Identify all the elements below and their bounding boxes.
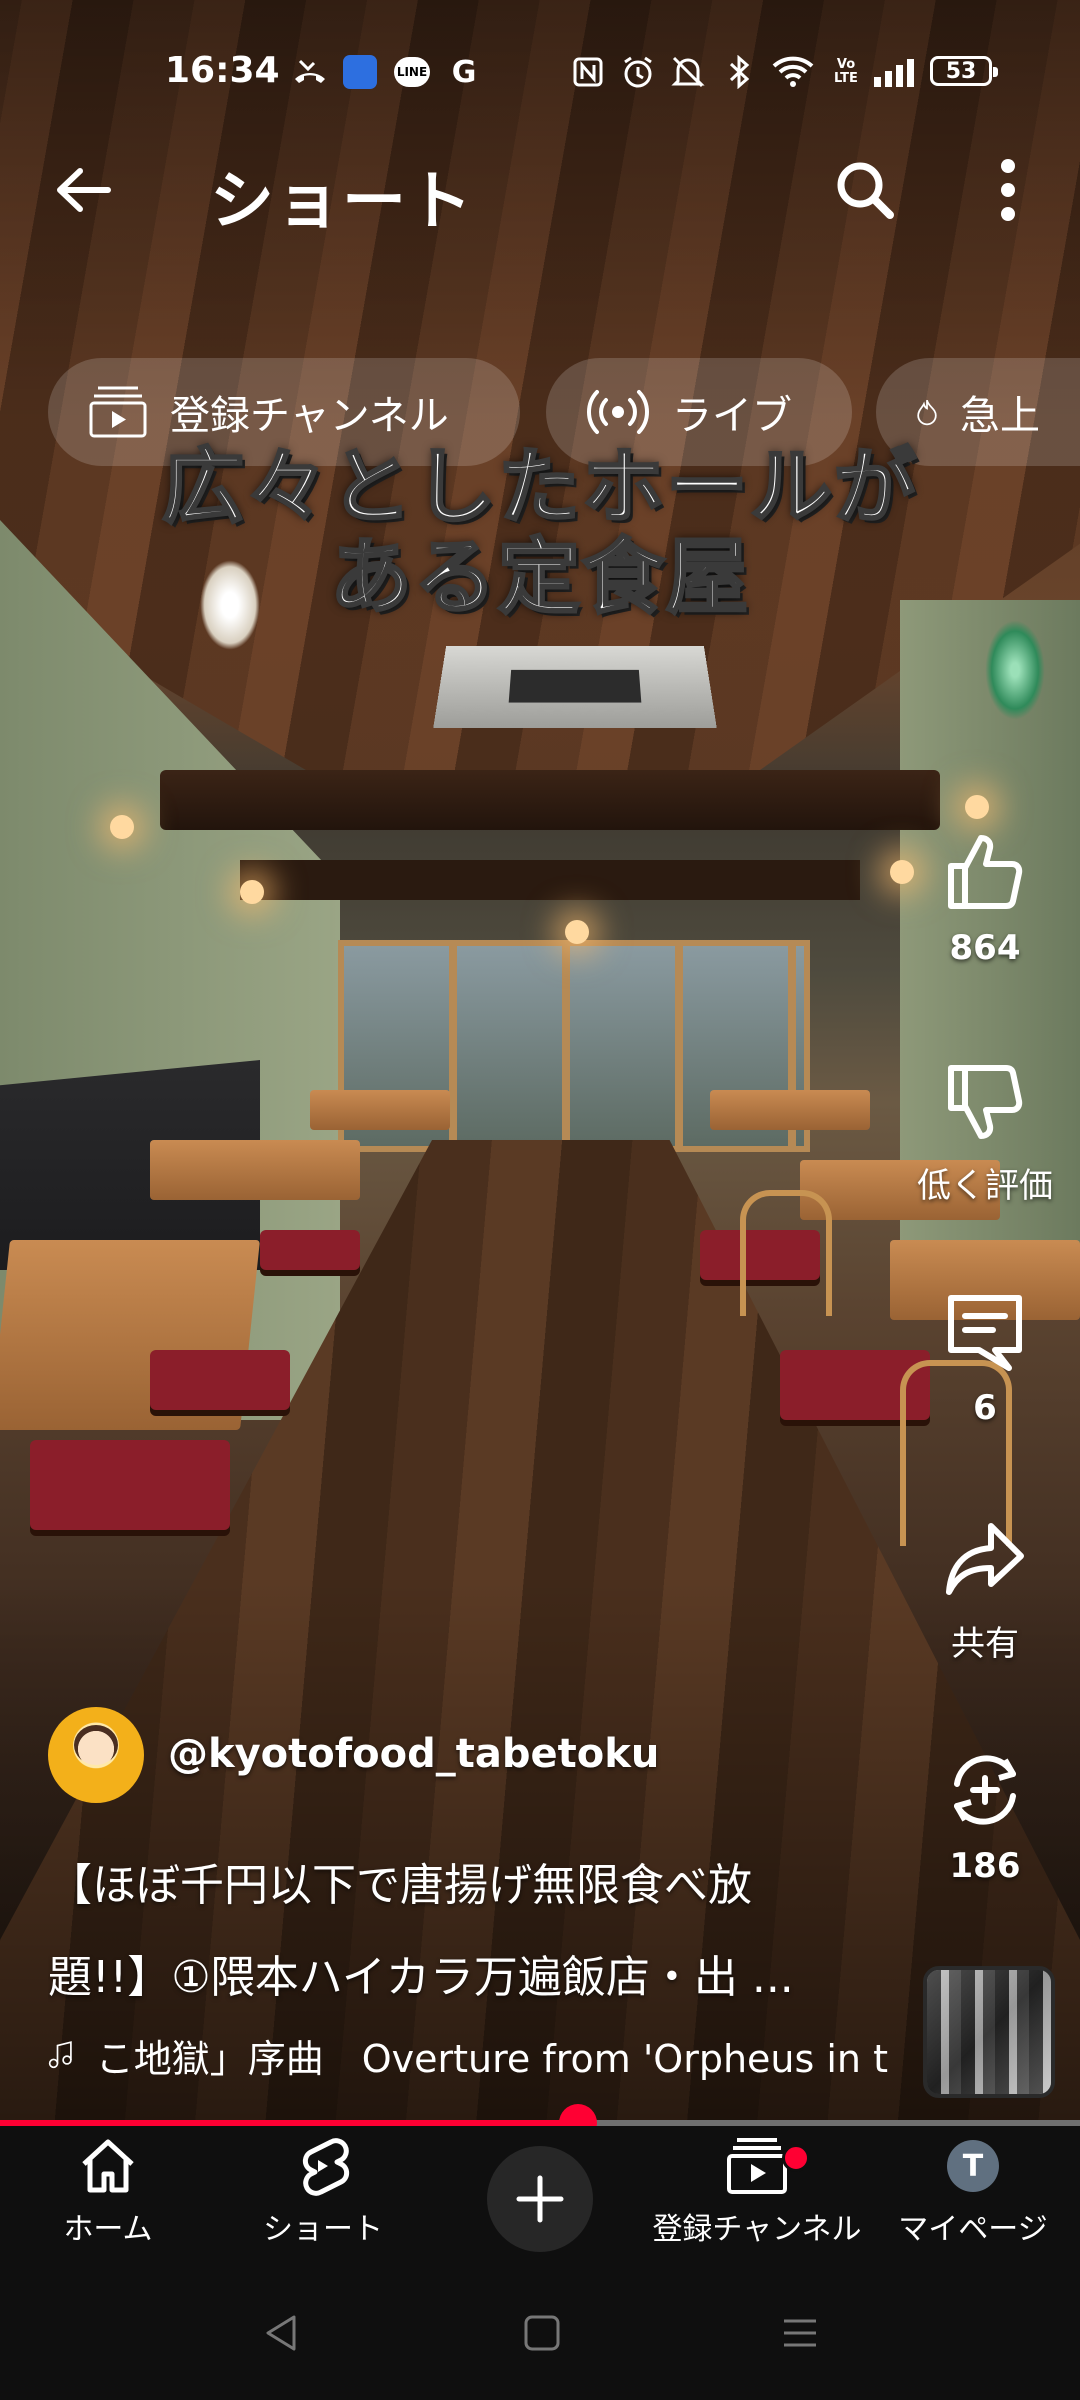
thumbs-up-icon — [948, 835, 1023, 909]
comment-icon — [948, 1295, 1022, 1371]
home-icon — [82, 2139, 134, 2193]
alarm-icon — [620, 52, 656, 92]
ceiling-beam-image — [160, 770, 940, 830]
video-caption-line2: ある定食屋 — [328, 529, 750, 627]
volte-icon: Vo LTE — [834, 57, 858, 86]
line-icon-label: LINE — [394, 57, 430, 87]
pendant-lamp-image — [985, 620, 1045, 720]
remix-count: 186 — [949, 1846, 1021, 1886]
channel-avatar[interactable] — [48, 1707, 144, 1803]
chair-back-image — [740, 1190, 832, 1316]
missed-call-icon — [290, 52, 330, 92]
dislike-button[interactable]: 低く評価 — [900, 1060, 1070, 1207]
bluetooth-icon — [724, 52, 754, 92]
signal-icon — [870, 52, 918, 92]
like-count: 864 — [949, 928, 1021, 968]
avatar: T — [947, 2140, 999, 2192]
wall-light-image — [965, 795, 989, 819]
search-icon — [837, 162, 894, 219]
nav-home[interactable]: ホーム — [3, 2136, 213, 2248]
shorts-icon — [302, 2138, 350, 2196]
wall-light-image — [565, 920, 589, 944]
create-plus-icon — [516, 2175, 564, 2223]
like-button[interactable]: 864 — [900, 830, 1070, 968]
share-button[interactable]: 共有 — [900, 1518, 1070, 1665]
music-ticker[interactable]: こ地獄」序曲 Overture from 'Orpheus in t — [48, 2020, 888, 2090]
music-note-icon — [48, 2041, 72, 2069]
triangle-back-icon — [266, 2315, 296, 2351]
more-options-button[interactable] — [958, 140, 1058, 240]
remix-button[interactable]: 186 — [900, 1748, 1070, 1886]
menu-recents-icon — [784, 2319, 816, 2347]
air-conditioner-image — [433, 646, 717, 728]
status-bar: 16:34 LINE G Vo LTE 53 — [0, 30, 1080, 110]
description-line1: 【ほぼ千円以下で唐揚げ無限食べ放 — [48, 1860, 752, 1911]
remix-icon — [954, 1755, 1016, 1825]
chair-image — [260, 1230, 360, 1270]
chair-image — [30, 1440, 230, 1530]
nav-subscriptions[interactable]: 登録チャンネル — [652, 2136, 862, 2248]
share-label: 共有 — [951, 1624, 1019, 1664]
music-text: こ地獄」序曲 Overture from 'Orpheus in t — [95, 2036, 888, 2081]
google-icon: G — [451, 54, 477, 90]
nav-label: ショート — [263, 2212, 383, 2247]
share-icon — [946, 1523, 1024, 1595]
description-line2: 題!!】①隈本ハイカラ万遍飯店・出 ... — [48, 1952, 794, 2003]
music-thumbnail[interactable] — [923, 1966, 1055, 2098]
system-home-button[interactable] — [512, 2310, 572, 2356]
ceiling-beam-image — [240, 860, 860, 900]
notification-dot — [782, 2144, 810, 2172]
nav-mypage[interactable]: T マイページ — [868, 2136, 1078, 2248]
page-title: ショート — [210, 165, 474, 239]
video-description[interactable]: 【ほぼ千円以下で唐揚げ無限食べ放 題!!】①隈本ハイカラ万遍飯店・出 ... — [48, 1840, 888, 2024]
subscriptions-icon — [727, 2138, 787, 2194]
comment-count: 6 — [973, 1388, 997, 1428]
table-image — [710, 1090, 870, 1130]
more-vert-icon — [1001, 159, 1015, 221]
search-button[interactable] — [815, 140, 915, 240]
nfc-icon — [570, 52, 606, 92]
wall-light-image — [240, 880, 264, 904]
square-home-icon — [524, 2315, 560, 2351]
dislike-label: 低く評価 — [917, 1166, 1053, 1206]
status-time: 16:34 — [165, 50, 280, 91]
thumbs-down-icon — [948, 1065, 1023, 1139]
nav-label: ホーム — [63, 2212, 153, 2247]
table-image — [310, 1090, 450, 1130]
system-back-button[interactable] — [252, 2310, 312, 2356]
table-image — [150, 1140, 360, 1200]
wifi-icon — [770, 52, 816, 92]
comment-button[interactable]: 6 — [900, 1290, 1070, 1428]
nav-shorts[interactable]: ショート — [218, 2136, 428, 2248]
line-icon: LINE — [392, 52, 432, 92]
channel-handle[interactable]: @kyotofood_tabetoku — [168, 1731, 659, 1777]
mute-icon — [668, 52, 708, 92]
back-button[interactable] — [32, 140, 132, 240]
create-button[interactable] — [487, 2146, 593, 2252]
wall-light-image — [110, 815, 134, 839]
bottom-navigation: ホーム ショート 登録チャンネル T マイページ — [0, 2126, 1080, 2266]
back-arrow-icon — [57, 168, 111, 212]
nav-label: 登録チャンネル — [652, 2212, 862, 2247]
app-badge-icon — [340, 52, 380, 92]
battery-icon: 53 — [930, 56, 998, 86]
system-recents-button[interactable] — [770, 2310, 830, 2356]
system-navigation-bar — [0, 2266, 1080, 2400]
nav-label: マイページ — [898, 2212, 1048, 2247]
chair-image — [150, 1350, 290, 1410]
